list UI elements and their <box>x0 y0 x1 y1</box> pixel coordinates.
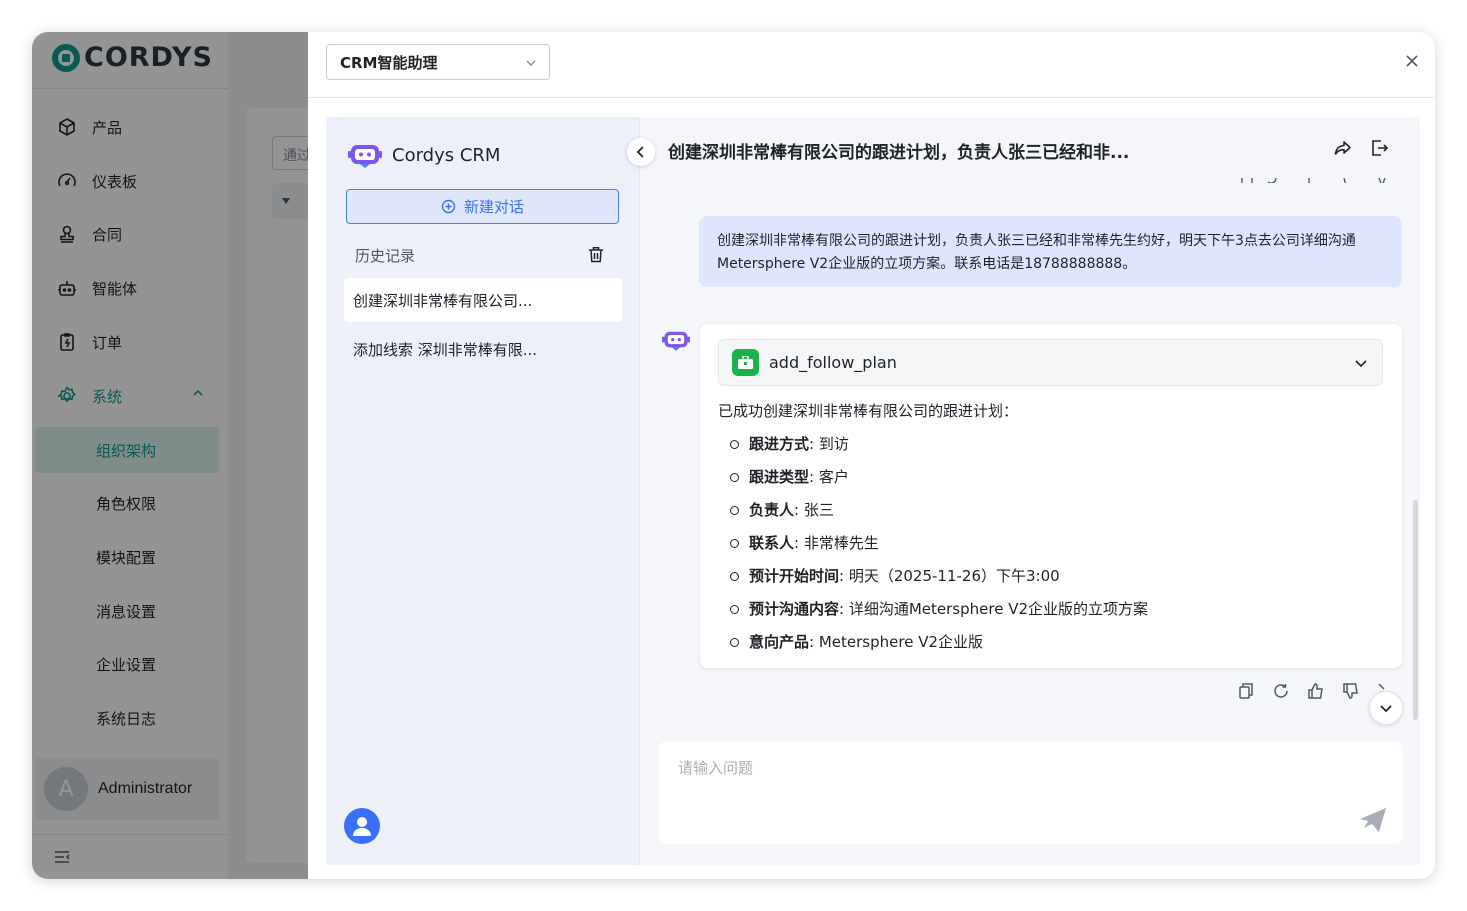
conversation-title: 创建深圳非常棒有限公司的跟进计划，负责人张三已经和非... <box>668 143 1130 163</box>
brand-name: Cordys CRM <box>392 144 501 166</box>
tool-call-row[interactable]: add_follow_plan <box>718 339 1383 386</box>
user-avatar[interactable] <box>344 808 380 844</box>
list-item: 预计开始时间: 明天（2025-11-26）下午3:00 <box>730 559 1148 592</box>
field-value: : 客户 <box>809 468 849 486</box>
agent-select[interactable]: CRM智能助理 <box>326 44 550 80</box>
list-item: 负责人: 张三 <box>730 493 1148 526</box>
thumbs-up-icon[interactable] <box>1307 682 1325 700</box>
field-key: 负责人 <box>749 501 795 519</box>
history-item-label: 添加线索 深圳非常棒有限... <box>353 340 538 359</box>
field-key: 预计开始时间 <box>749 567 840 585</box>
send-icon[interactable] <box>1359 807 1387 833</box>
assistant-robot-icon <box>348 145 382 168</box>
field-value: : Metersphere V2企业版 <box>809 633 983 651</box>
trash-icon[interactable] <box>588 246 604 263</box>
field-key: 意向产品 <box>749 633 810 651</box>
question-input[interactable] <box>659 741 1402 844</box>
drawer-header: CRM智能助理 <box>308 32 1435 98</box>
list-item: 意向产品: Metersphere V2企业版 <box>730 625 1148 658</box>
history-panel: Cordys CRM 新建对话 历史记录 创建深圳非常棒有限公司... 添加线索… <box>326 117 640 865</box>
field-key: 联系人 <box>749 534 795 552</box>
list-item: 预计沟通内容: 详细沟通Metersphere V2企业版的立项方案 <box>730 592 1148 625</box>
result-list: 跟进方式: 到访 跟进类型: 客户 负责人: 张三 联系人: 非常棒先生 预计开… <box>730 427 1148 658</box>
person-icon <box>353 817 371 836</box>
assistant-avatar-icon <box>662 331 690 351</box>
chevron-left-icon <box>636 146 644 158</box>
history-title: 历史记录 <box>355 247 416 265</box>
list-item: 跟进类型: 客户 <box>730 460 1148 493</box>
message-actions-peek <box>1231 173 1391 183</box>
brand: Cordys CRM <box>348 141 500 169</box>
thumbs-down-icon[interactable] <box>1342 682 1360 700</box>
field-key: 预计沟通内容 <box>749 600 840 618</box>
list-item: 跟进方式: 到访 <box>730 427 1148 460</box>
collapse-history-button[interactable] <box>627 138 655 166</box>
modal-overlay[interactable] <box>32 32 308 879</box>
field-value: : 明天（2025-11-26）下午3:00 <box>839 567 1060 585</box>
field-value: : 到访 <box>809 435 849 453</box>
agent-select-value: CRM智能助理 <box>340 53 438 72</box>
history-item-label: 创建深圳非常棒有限公司... <box>353 291 533 310</box>
scroll-to-bottom-button[interactable] <box>1369 691 1403 725</box>
assistant-drawer: CRM智能助理 Cordys CRM 新建对话 历史记录 创建深圳非常棒有限公司… <box>308 32 1435 879</box>
app-window: CORDYS 产品 仪表板 合同 智能体 订单 系统 组织架构 角色权限 模块配… <box>32 32 1435 879</box>
refresh-icon[interactable] <box>1272 682 1290 700</box>
message-actions <box>1237 682 1387 700</box>
toolbox-icon <box>732 349 759 376</box>
plus-circle-icon <box>441 199 456 214</box>
user-message: 创建深圳非常棒有限公司的跟进计划，负责人张三已经和非常棒先生约好，明天下午3点去… <box>699 216 1402 287</box>
field-key: 跟进类型 <box>749 468 810 486</box>
chevron-down-icon <box>1355 360 1367 368</box>
exit-icon[interactable] <box>1370 139 1388 157</box>
tool-name: add_follow_plan <box>769 353 897 372</box>
list-item: 联系人: 非常棒先生 <box>730 526 1148 559</box>
chevron-down-icon <box>526 60 536 66</box>
assistant-message: add_follow_plan 已成功创建深圳非常棒有限公司的跟进计划： 跟进方… <box>700 324 1402 668</box>
field-key: 跟进方式 <box>749 435 810 453</box>
field-value: : 非常棒先生 <box>794 534 879 552</box>
scrollbar[interactable] <box>1413 500 1418 720</box>
history-item[interactable]: 添加线索 深圳非常棒有限... <box>344 327 622 371</box>
chevron-down-icon <box>1380 705 1392 713</box>
chat-area: Cordys CRM 新建对话 历史记录 创建深圳非常棒有限公司... 添加线索… <box>326 117 1420 865</box>
question-input-box <box>659 741 1402 844</box>
share-icon[interactable] <box>1334 139 1352 157</box>
close-icon[interactable] <box>1403 52 1421 70</box>
copy-icon[interactable] <box>1237 682 1255 700</box>
new-chat-button[interactable]: 新建对话 <box>346 189 619 224</box>
new-chat-label: 新建对话 <box>463 198 524 216</box>
field-value: : 张三 <box>794 501 834 519</box>
history-item[interactable]: 创建深圳非常棒有限公司... <box>344 278 622 322</box>
result-intro: 已成功创建深圳非常棒有限公司的跟进计划： <box>718 402 1019 420</box>
field-value: : 详细沟通Metersphere V2企业版的立项方案 <box>839 600 1148 618</box>
